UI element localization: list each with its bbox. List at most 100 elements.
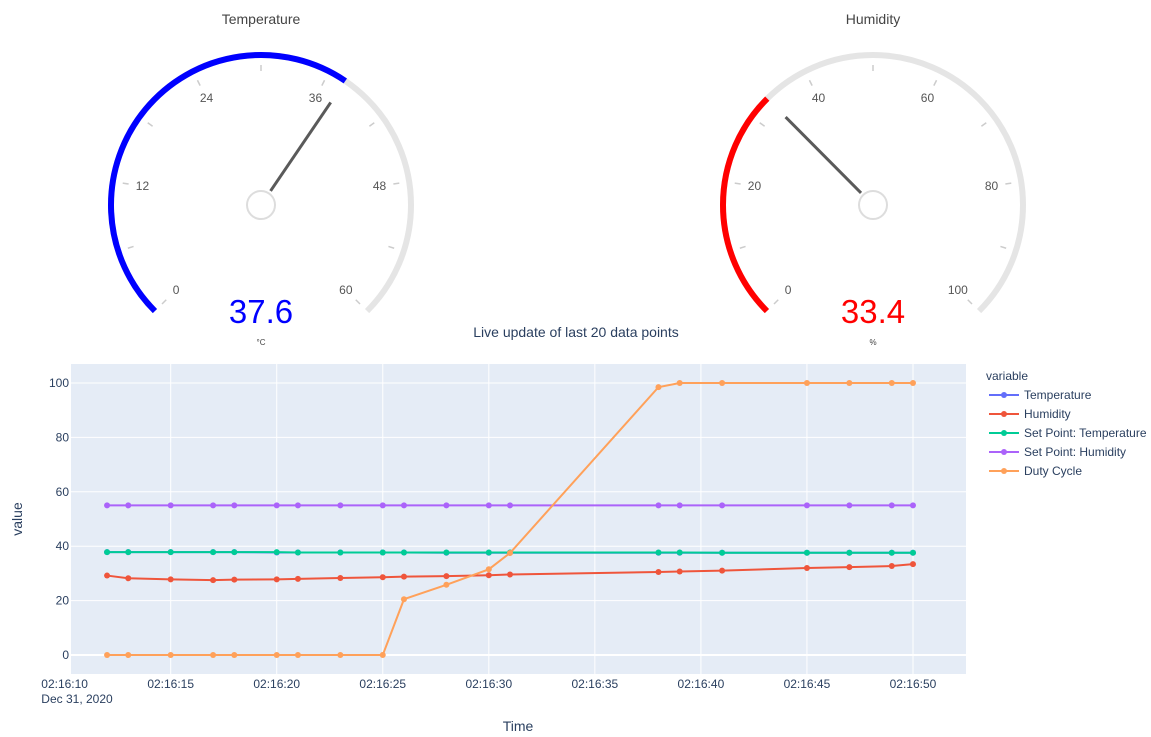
data-point [294, 575, 301, 582]
data-point [379, 502, 386, 509]
gauge-tick-label: 80 [985, 179, 999, 193]
gauge-needle-line [269, 101, 332, 192]
data-point [909, 561, 916, 568]
gauge-tick-mark [127, 245, 134, 249]
gauge-tick-mark [161, 299, 167, 305]
gauge-tick-mark [933, 79, 938, 86]
gauge-needle-line [784, 115, 863, 194]
data-point [273, 576, 280, 583]
gauge-tick-label: 36 [309, 91, 323, 105]
gauge-tick-label: 12 [136, 179, 150, 193]
data-point [846, 380, 853, 387]
data-point [167, 576, 174, 583]
data-point [443, 502, 450, 509]
data-point [507, 571, 514, 578]
gauge-track [720, 52, 1026, 314]
gauge-hub [858, 190, 888, 220]
gauge-tick-label: 100 [948, 283, 968, 297]
x-tick-label: 02:16:25 [359, 677, 406, 691]
legend-item[interactable]: Set Point: Humidity [989, 445, 1126, 459]
x-axis-label: Time [503, 718, 534, 734]
temperature-gauge: Temperature 0 12 24 36 48 60 37.6 °C [108, 11, 414, 347]
data-point [125, 502, 132, 509]
data-point [400, 573, 407, 580]
gauge-tick-mark [808, 79, 813, 86]
data-point [846, 502, 853, 509]
data-point [273, 502, 280, 509]
gauge-tick-mark [122, 182, 129, 185]
data-point [485, 502, 492, 509]
data-point [909, 502, 916, 509]
gauge-ticks: 0 20 40 60 80 100 [734, 65, 1012, 305]
data-point [104, 549, 111, 556]
data-point [888, 563, 895, 570]
legend-label: Humidity [1024, 407, 1071, 421]
gauge-needle [784, 115, 888, 220]
data-point [485, 572, 492, 579]
gauge-tick-label: 0 [173, 283, 180, 297]
y-tick-label: 0 [62, 648, 69, 662]
gauge-ticks: 0 12 24 36 48 60 [122, 65, 400, 305]
data-point [167, 549, 174, 556]
data-point [337, 651, 344, 658]
data-point [125, 651, 132, 658]
data-point [655, 569, 662, 576]
legend-items: Temperature Humidity Set Point: Temperatur… [989, 388, 1147, 478]
data-point [909, 549, 916, 556]
data-point [294, 651, 301, 658]
data-point [337, 549, 344, 556]
dashboard-canvas: Temperature 0 12 24 36 48 60 37.6 °C Humidity… [9, 11, 1147, 734]
data-point [443, 549, 450, 556]
data-point [273, 651, 280, 658]
x-tick-label: 02:16:45 [784, 677, 831, 691]
y-tick-label: 20 [56, 594, 70, 608]
gauge-tick-label: 48 [373, 179, 387, 193]
gauge-tick-label: 60 [339, 283, 353, 297]
gauge-tick-label: 0 [785, 283, 792, 297]
legend-item[interactable]: Temperature [989, 388, 1092, 402]
x-axis-ticks: 02:16:10 02:16:15 02:16:20 02:16:25 02:16:30… [41, 677, 936, 691]
gauge-value: 37.6 [229, 293, 293, 330]
legend-title: variable [986, 369, 1028, 383]
gauge-needle [246, 101, 332, 220]
legend-item[interactable]: Duty Cycle [989, 464, 1082, 478]
data-point [888, 549, 895, 556]
data-point [167, 502, 174, 509]
x-axis-date: Dec 31, 2020 [41, 692, 113, 706]
x-tick-label: 02:16:20 [253, 677, 300, 691]
legend-item[interactable]: Set Point: Temperature [989, 426, 1147, 440]
data-point [846, 549, 853, 556]
data-point [803, 380, 810, 387]
chart-title: Live update of last 20 data points [473, 324, 678, 340]
data-point [104, 502, 111, 509]
gauge-tick-mark [739, 245, 746, 249]
gauge-tick-mark [759, 122, 766, 127]
legend-swatch-marker [1001, 430, 1007, 436]
data-point [507, 502, 514, 509]
gauge-tick-mark [734, 182, 741, 185]
legend-item[interactable]: Humidity [989, 407, 1071, 421]
y-axis-ticks: 0 20 40 60 80 100 [49, 376, 69, 662]
legend: variable Temperature Humidity Set Point: T… [986, 369, 1147, 478]
gauge-tick-mark [368, 122, 375, 127]
y-axis-label: value [9, 502, 25, 536]
data-point [655, 384, 662, 391]
data-point [231, 549, 238, 556]
line-chart: Live update of last 20 data points 0 20 40… [9, 324, 966, 734]
data-point [210, 549, 217, 556]
x-tick-label: 02:16:50 [890, 677, 937, 691]
data-point [231, 576, 238, 583]
data-point [676, 380, 683, 387]
plot-background [71, 364, 966, 674]
x-tick-label: 02:16:10 [41, 677, 88, 691]
data-point [273, 549, 280, 556]
data-point [655, 549, 662, 556]
y-tick-label: 80 [56, 430, 70, 444]
data-point [507, 549, 514, 556]
gauge-unit: °C [257, 338, 266, 347]
data-point [719, 567, 726, 574]
data-point [803, 549, 810, 556]
legend-label: Set Point: Humidity [1024, 445, 1126, 459]
gauge-unit: % [869, 338, 876, 347]
x-tick-label: 02:16:30 [465, 677, 512, 691]
